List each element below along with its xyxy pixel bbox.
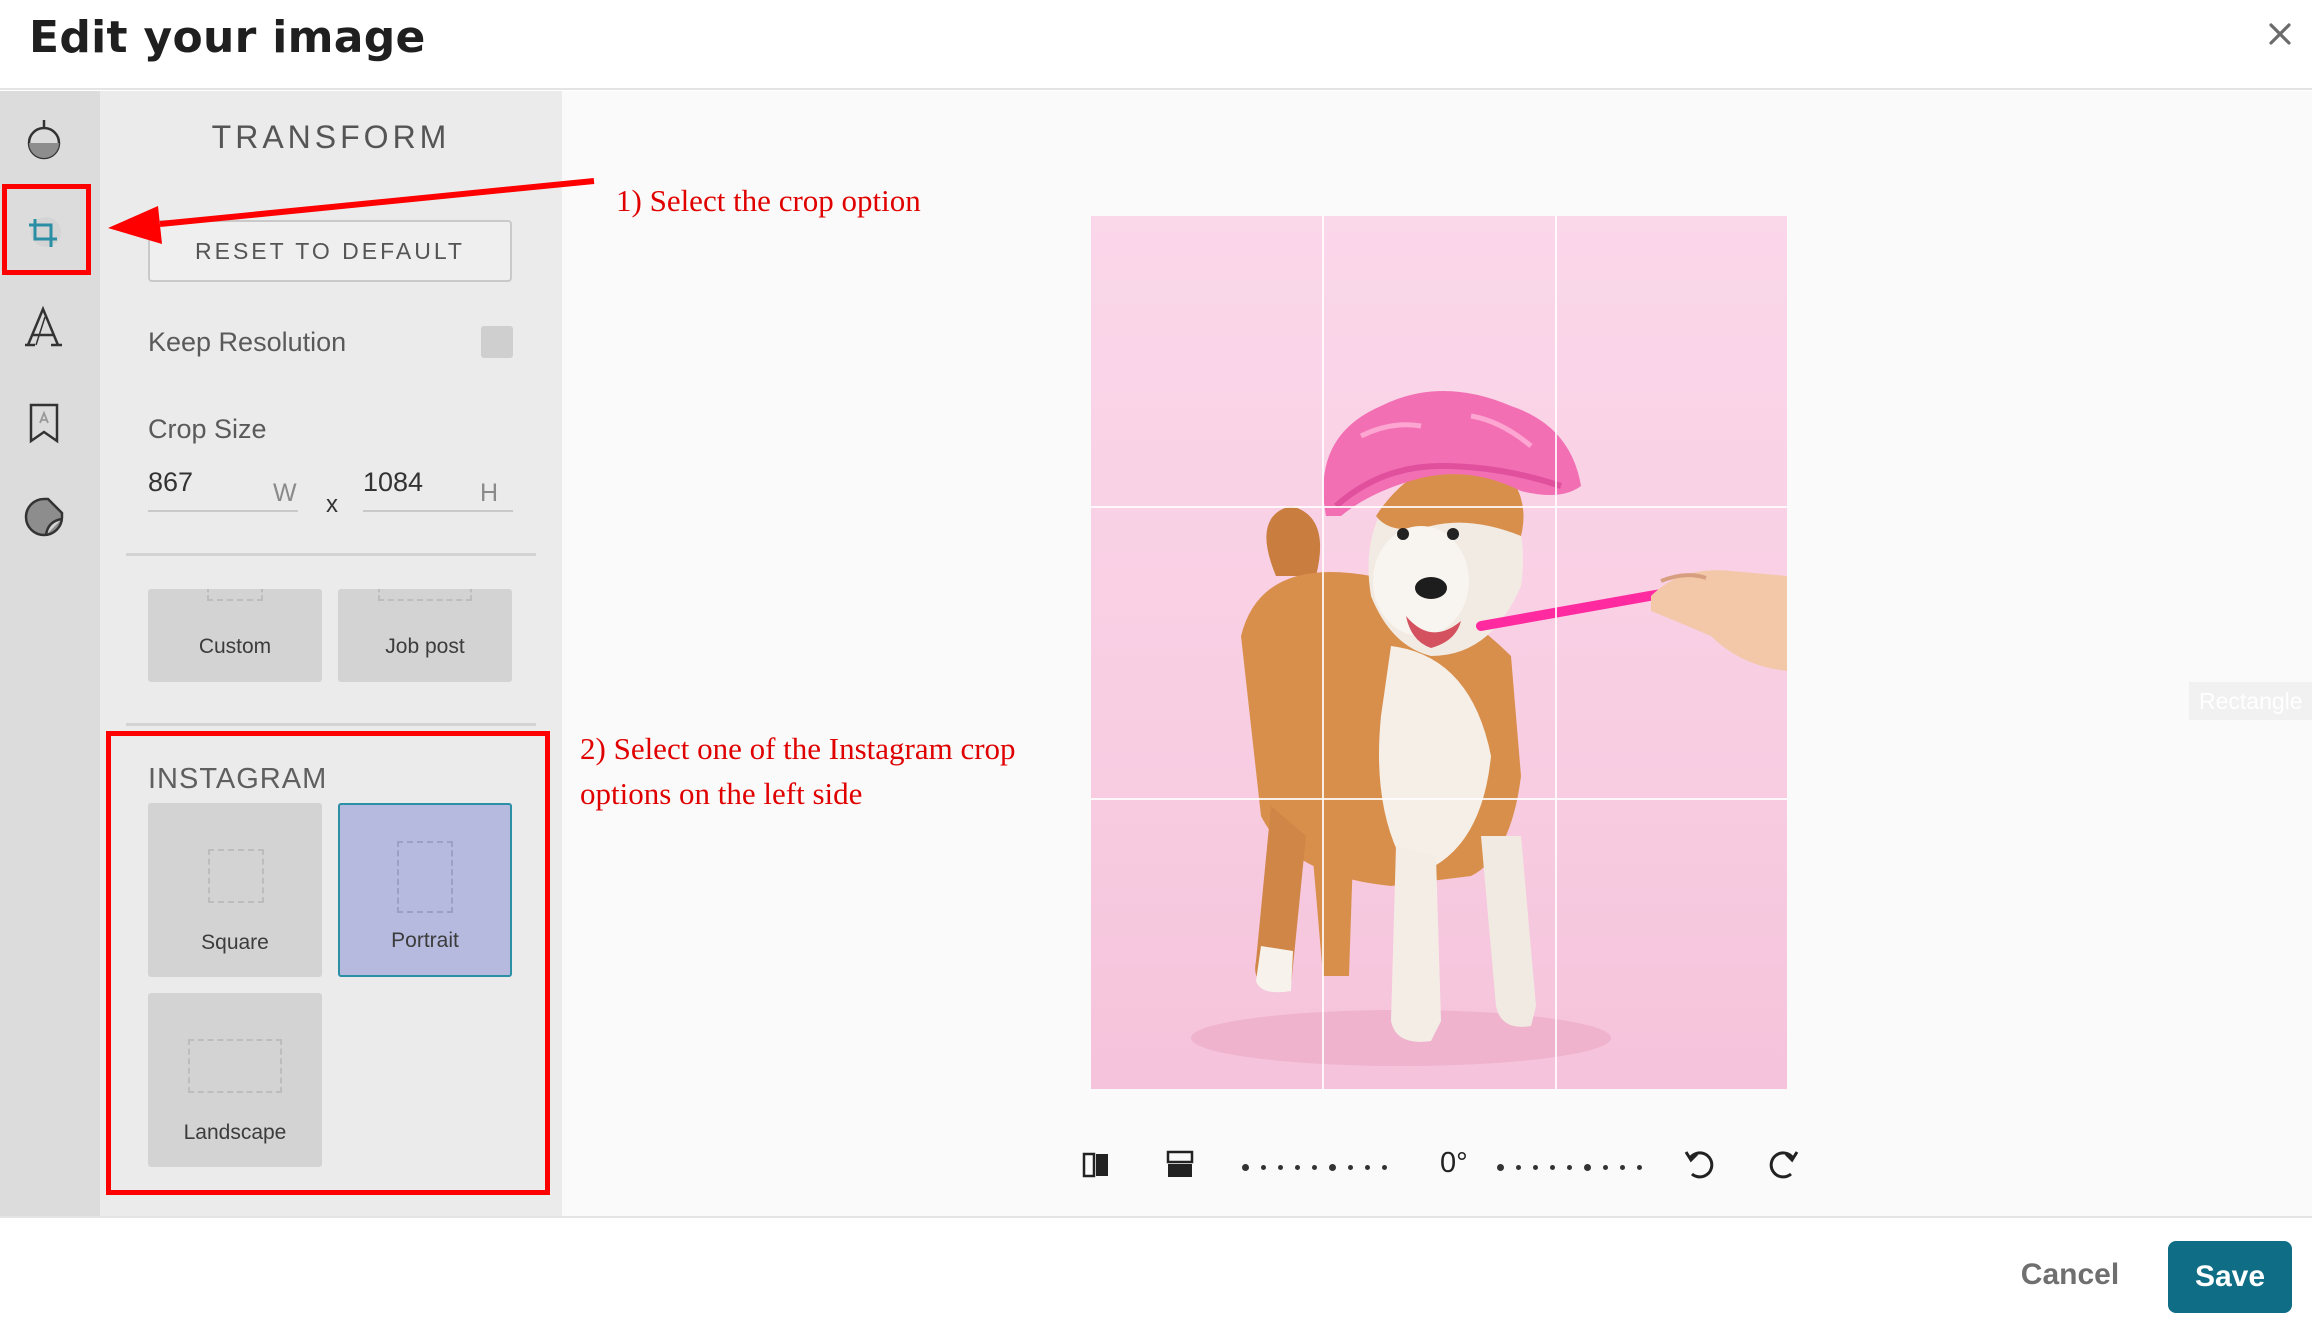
dialog-header: Edit your image bbox=[0, 0, 2312, 90]
adjust-icon[interactable] bbox=[18, 113, 70, 165]
dimension-separator: x bbox=[326, 491, 338, 518]
keep-resolution-checkbox[interactable] bbox=[481, 326, 513, 358]
flip-vertical-icon[interactable] bbox=[1158, 1143, 1202, 1187]
preset-shape bbox=[207, 589, 263, 601]
height-value: 1084 bbox=[363, 467, 424, 497]
width-field[interactable]: 867 W bbox=[148, 467, 298, 512]
divider bbox=[126, 723, 536, 726]
annotation-step2-line1: 2) Select one of the Instagram crop bbox=[580, 731, 1016, 766]
dog-illustration bbox=[1191, 391, 1787, 1066]
dialog-footer bbox=[0, 1216, 2312, 1326]
width-value: 867 bbox=[148, 467, 194, 497]
preset-job-post[interactable]: Job post bbox=[338, 589, 512, 682]
rotate-right-icon[interactable] bbox=[1761, 1142, 1805, 1186]
rotation-slider-left[interactable] bbox=[1242, 1163, 1387, 1171]
width-unit: W bbox=[273, 479, 297, 507]
crop-grid-line bbox=[1091, 798, 1787, 800]
annotation-box-crop bbox=[2, 184, 91, 275]
height-unit: H bbox=[480, 479, 499, 507]
save-button[interactable]: Save bbox=[2168, 1241, 2292, 1313]
crop-image[interactable] bbox=[1091, 216, 1787, 1089]
height-field[interactable]: 1084 H bbox=[363, 467, 513, 512]
crop-grid-line bbox=[1555, 216, 1557, 1089]
keep-resolution-label: Keep Resolution bbox=[148, 327, 347, 357]
preset-shape bbox=[378, 589, 472, 601]
rotation-angle: 0° bbox=[1440, 1147, 1468, 1179]
annotation-step2-line2: options on the left side bbox=[580, 776, 863, 811]
preset-label: Job post bbox=[385, 635, 465, 658]
cancel-button[interactable]: Cancel bbox=[2010, 1240, 2130, 1310]
flip-horizontal-icon[interactable] bbox=[1074, 1143, 1118, 1187]
rotation-slider-right[interactable] bbox=[1497, 1163, 1642, 1171]
annotation-box-instagram bbox=[106, 731, 550, 1195]
preset-custom[interactable]: Custom bbox=[148, 589, 322, 682]
sticker-icon[interactable] bbox=[18, 491, 70, 543]
panel-title: TRANSFORM bbox=[211, 119, 451, 155]
crop-grid-line bbox=[1322, 216, 1324, 1089]
annotation-step1: 1) Select the crop option bbox=[616, 183, 921, 218]
reset-to-default-button[interactable]: RESET TO DEFAULT bbox=[148, 220, 512, 282]
close-icon[interactable] bbox=[2262, 16, 2298, 52]
preset-label: Custom bbox=[198, 635, 272, 658]
divider bbox=[126, 553, 536, 556]
crop-size-label: Crop Size bbox=[148, 414, 267, 444]
rotate-left-icon[interactable] bbox=[1678, 1142, 1722, 1186]
rectangle-ghost-label: Rectangle bbox=[2189, 682, 2312, 720]
dialog-title: Edit your image bbox=[29, 12, 426, 63]
frame-icon[interactable] bbox=[18, 397, 70, 449]
crop-grid-line bbox=[1091, 506, 1787, 508]
text-icon[interactable] bbox=[18, 301, 70, 353]
